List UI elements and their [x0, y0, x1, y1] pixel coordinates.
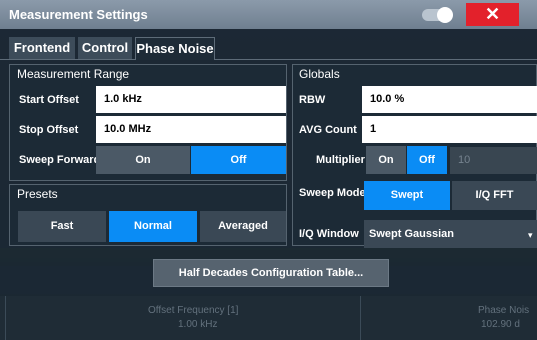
rbw-label: RBW [299, 94, 326, 106]
chevron-down-icon[interactable]: ▾ [528, 230, 533, 241]
background-result-table: Offset Frequency [1] Phase Nois 1.00 kHz… [0, 296, 537, 340]
multiplier-field: 10 [450, 147, 537, 174]
dialog-title: Measurement Settings [9, 7, 148, 22]
presets-title: Presets [17, 187, 58, 201]
tab-control[interactable]: Control [78, 37, 132, 59]
multiplier-off-button[interactable]: Off [407, 146, 447, 174]
globals-title: Globals [299, 67, 340, 81]
tab-divider [0, 59, 537, 60]
measurement-range-title: Measurement Range [17, 67, 130, 81]
start-offset-field[interactable]: 1.0 kHz [96, 86, 286, 113]
sweep-forward-label: Sweep Forward [19, 154, 101, 166]
multiplier-on-button[interactable]: On [366, 146, 406, 174]
stop-offset-label: Stop Offset [19, 124, 79, 136]
half-decades-config-button[interactable]: Half Decades Configuration Table... [153, 259, 389, 287]
iq-window-label: I/Q Window [299, 228, 359, 240]
sweep-mode-iqfft-button[interactable]: I/Q FFT [452, 181, 537, 210]
table-cell-phase-noise: 102.90 d [481, 319, 520, 330]
sweep-forward-on-button[interactable]: On [96, 146, 190, 174]
avg-count-label: AVG Count [299, 124, 357, 136]
tab-frontend[interactable]: Frontend [9, 37, 75, 59]
sweep-mode-label: Sweep Mode [299, 187, 366, 199]
preset-fast-button[interactable]: Fast [18, 211, 106, 242]
sweep-mode-swept-button[interactable]: Swept [364, 181, 450, 210]
preset-averaged-button[interactable]: Averaged [200, 211, 286, 242]
preset-normal-button[interactable]: Normal [109, 211, 197, 242]
table-header-offset: Offset Frequency [1] [148, 305, 239, 316]
toggle-knob[interactable] [437, 7, 453, 23]
start-offset-label: Start Offset [19, 94, 79, 106]
avg-count-field[interactable]: 1 [362, 116, 537, 143]
multiplier-label: Multiplier [316, 154, 365, 166]
close-button[interactable]: ✕ [466, 3, 519, 26]
tab-phase-noise[interactable]: Phase Noise [135, 37, 215, 60]
stop-offset-field[interactable]: 10.0 MHz [96, 116, 286, 143]
table-header-phase-noise: Phase Nois [478, 305, 530, 316]
close-icon: ✕ [484, 4, 501, 24]
rbw-field[interactable]: 10.0 % [362, 86, 537, 113]
sweep-forward-off-button[interactable]: Off [191, 146, 286, 174]
table-cell-offset: 1.00 kHz [178, 319, 218, 330]
iq-window-select[interactable]: Swept Gaussian [364, 220, 537, 248]
